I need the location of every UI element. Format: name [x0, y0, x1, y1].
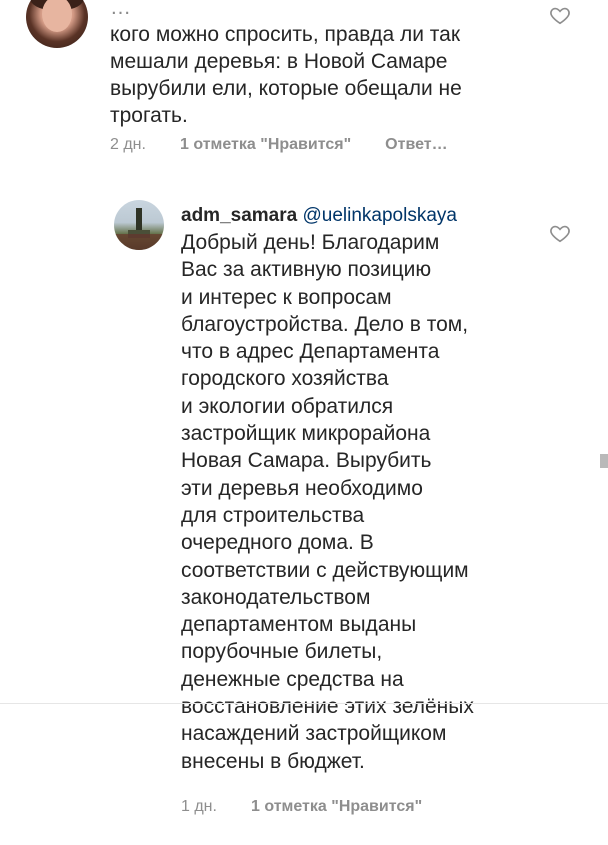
comment-2-meta: 1 дн. 1 отметка "Нравится": [181, 798, 422, 816]
comment-1-meta: 2 дн. 1 отметка "Нравится" Ответ…: [110, 136, 448, 154]
comment-1-text: … кого можно спросить, правда ли так меш…: [110, 0, 560, 129]
comment-2-username[interactable]: adm_samara: [181, 205, 297, 226]
comment-2-likes-link[interactable]: 1 отметка "Нравится": [251, 798, 422, 816]
avatar-trees: [114, 234, 164, 250]
screenshot-seam: [0, 703, 608, 704]
avatar-face: [42, 0, 72, 32]
comment-1-body: кого можно спросить, правда ли так мешал…: [110, 23, 462, 127]
comment-1-time: 2 дн.: [110, 136, 146, 153]
comment-1-cut-line: …: [110, 0, 131, 19]
comment-1-reply-button[interactable]: Ответ…: [385, 136, 447, 154]
comment-2: adm_samara @uelinkapolskaya Добрый день!…: [181, 202, 541, 775]
like-heart-icon[interactable]: [549, 222, 571, 244]
commenter-avatar[interactable]: [26, 0, 88, 48]
comment-2-mention[interactable]: @uelinkapolskaya: [302, 205, 457, 226]
adm-samara-avatar[interactable]: [114, 200, 164, 250]
comment-2-time: 1 дн.: [181, 798, 217, 815]
comment-2-body: Добрый день! Благодарим Вас за активную …: [181, 231, 474, 773]
like-heart-icon[interactable]: [549, 4, 571, 26]
comment-2-header: adm_samara @uelinkapolskaya: [181, 202, 541, 229]
comment-1-likes-link[interactable]: 1 отметка "Нравится": [180, 136, 351, 154]
scrollbar-thumb[interactable]: [600, 454, 608, 468]
